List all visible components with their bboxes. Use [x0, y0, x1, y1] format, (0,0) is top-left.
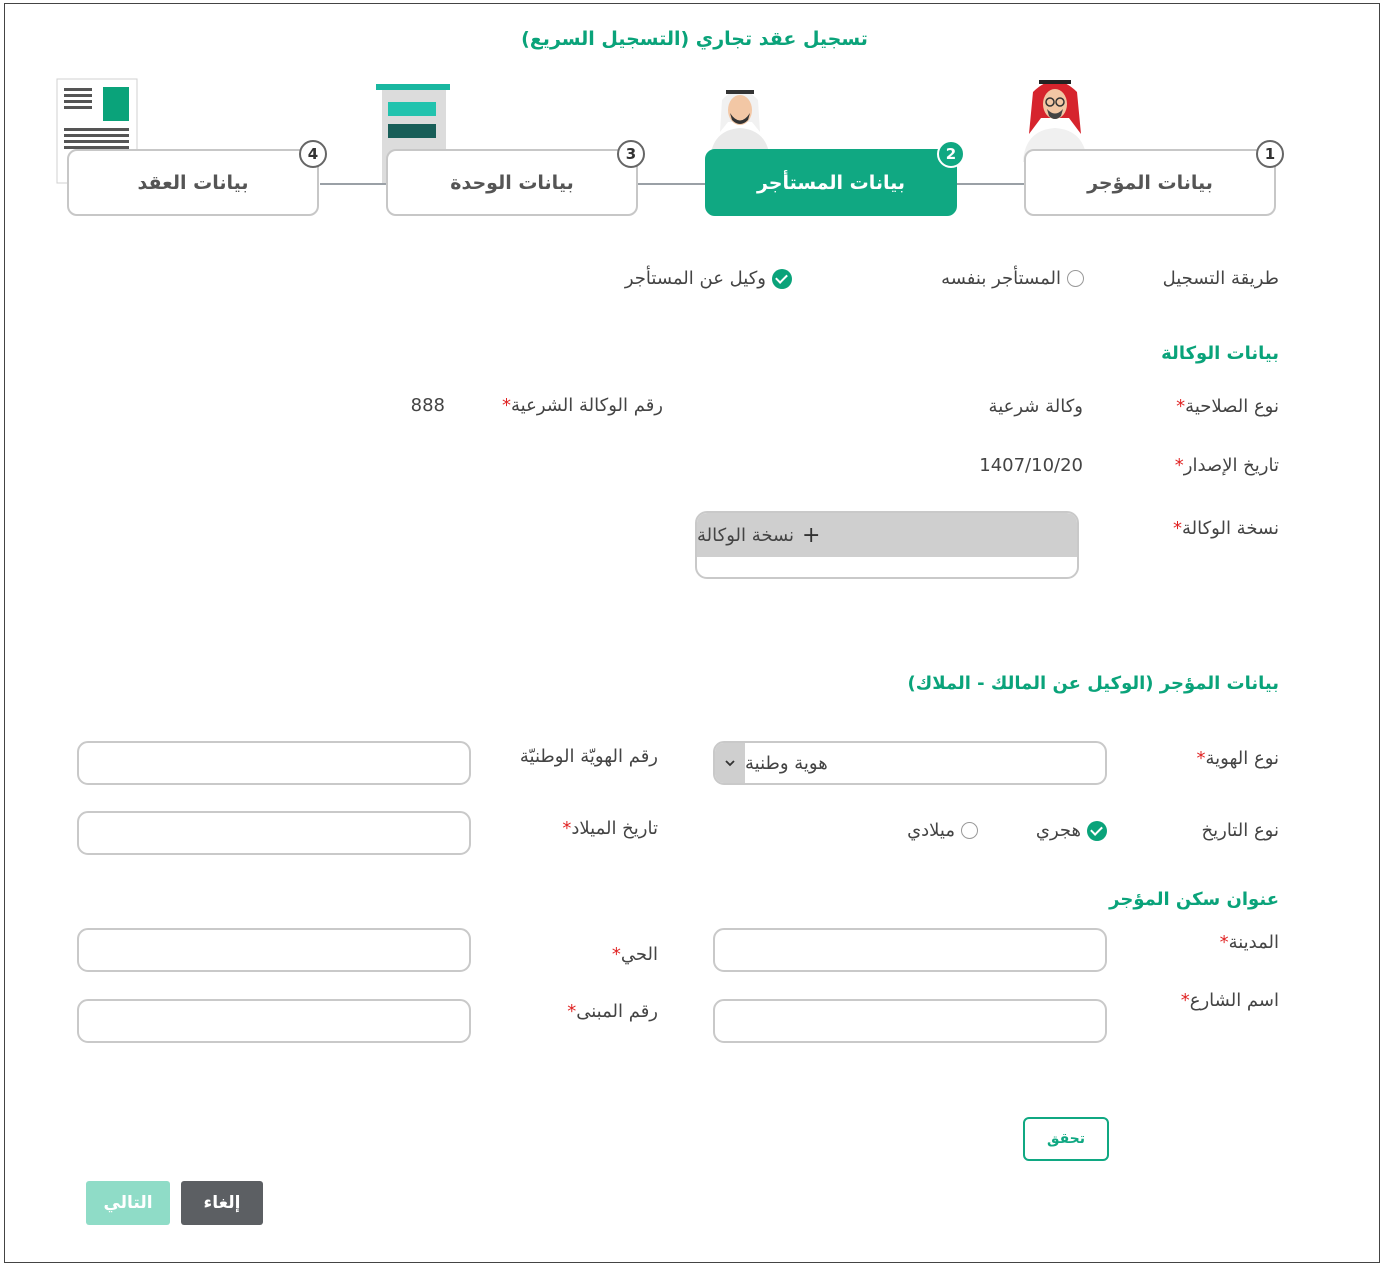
- radio-tenant-self[interactable]: المستأجر بنفسه: [941, 268, 1084, 289]
- agency-copy-upload[interactable]: + نسخة الوكالة: [695, 511, 1079, 579]
- city-input[interactable]: [713, 928, 1107, 972]
- agency-number-label: رقم الوكالة الشرعية*: [502, 395, 663, 416]
- step-contract-data[interactable]: بيانات العقد: [67, 149, 319, 216]
- step-number-4: 4: [299, 140, 327, 168]
- city-label: المدينة*: [1219, 932, 1279, 953]
- agency-copy-label: نسخة الوكالة*: [1172, 518, 1279, 539]
- step-unit-data[interactable]: بيانات الوحدة: [386, 149, 638, 216]
- authority-type-value: وكالة شرعية: [988, 396, 1083, 417]
- district-input[interactable]: [77, 928, 471, 972]
- issue-date-label: تاريخ الإصدار*: [1174, 455, 1279, 476]
- step-number-2: 2: [937, 140, 965, 168]
- cancel-button[interactable]: إلغاء: [181, 1181, 263, 1225]
- id-type-label: نوع الهوية*: [1196, 748, 1279, 769]
- issue-date-value: 1407/10/20: [979, 455, 1083, 476]
- check-circle-icon: [1087, 820, 1107, 841]
- step-number-3: 3: [617, 140, 645, 168]
- verify-button[interactable]: تحقق: [1023, 1117, 1109, 1161]
- radio-empty-icon: [961, 822, 978, 839]
- radio-tenant-agent[interactable]: وكيل عن المستأجر: [625, 268, 792, 289]
- step-number-1: 1: [1256, 140, 1284, 168]
- national-id-input[interactable]: [77, 741, 471, 785]
- upload-button[interactable]: + نسخة الوكالة: [697, 513, 1077, 557]
- radio-empty-icon: [1067, 270, 1084, 287]
- lessor-section-title: بيانات المؤجر (الوكيل عن المالك - الملاك…: [907, 673, 1279, 694]
- next-button[interactable]: التالي: [86, 1181, 170, 1225]
- step-lessor-data[interactable]: بيانات المؤجر: [1024, 149, 1276, 216]
- stepper-connector: [638, 183, 706, 185]
- id-type-value: هوية وطنية: [745, 752, 828, 774]
- check-circle-icon: [772, 268, 792, 289]
- radio-gregorian[interactable]: ميلادي: [907, 820, 978, 841]
- street-label: اسم الشارع*: [1180, 990, 1279, 1011]
- step-tenant-data[interactable]: بيانات المستأجر: [705, 149, 957, 216]
- tenant-avatar-icon: [710, 90, 770, 160]
- chevron-down-icon: [715, 743, 745, 783]
- agency-section-title: بيانات الوكالة: [1161, 343, 1279, 364]
- registration-method-label: طريقة التسجيل: [1162, 268, 1279, 289]
- address-section-title: عنوان سكن المؤجر: [1109, 889, 1279, 910]
- street-input[interactable]: [713, 999, 1107, 1043]
- district-label: الحي*: [611, 944, 658, 965]
- id-type-select[interactable]: هوية وطنية: [713, 741, 1107, 785]
- authority-type-label: نوع الصلاحية*: [1176, 396, 1279, 417]
- plus-icon: +: [802, 522, 821, 548]
- radio-hijri[interactable]: هجري: [1036, 820, 1107, 841]
- national-id-label: رقم الهويّة الوطنيّة: [519, 746, 658, 767]
- stepper-connector: [320, 183, 386, 185]
- page-title: تسجيل عقد تجاري (التسجيل السريع): [521, 28, 868, 50]
- agency-number-value: 888: [410, 395, 445, 416]
- date-type-label: نوع التاريخ: [1201, 820, 1280, 841]
- stepper-connector: [956, 183, 1024, 185]
- building-number-label: رقم المبنى*: [567, 1001, 658, 1022]
- birth-date-label: تاريخ الميلاد*: [562, 818, 658, 839]
- birth-date-input[interactable]: [77, 811, 471, 855]
- building-number-input[interactable]: [77, 999, 471, 1043]
